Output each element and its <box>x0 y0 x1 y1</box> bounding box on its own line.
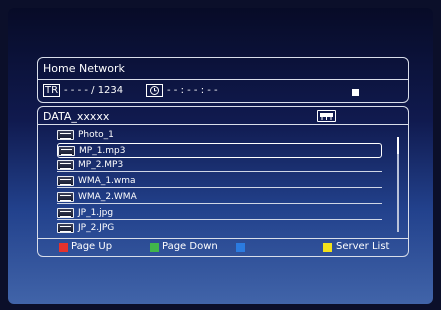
folder-name: DATA_xxxxx <box>43 110 110 123</box>
list-footer-divider <box>38 238 408 239</box>
image-file-icon <box>57 208 74 218</box>
list-item[interactable]: JP_1.jpg <box>57 206 382 220</box>
list-item-label: WMA_2.WMA <box>78 192 137 202</box>
header-divider <box>38 79 408 80</box>
red-key-icon <box>59 243 68 252</box>
time-display: - - : - - : - - <box>167 85 218 96</box>
list-item-selected[interactable]: MP_1.mp3 <box>57 143 382 158</box>
row-underline <box>57 219 382 220</box>
list-item-label: JP_1.jpg <box>78 208 114 218</box>
blue-key-icon <box>236 243 245 252</box>
track-counter: - - - - / 1234 <box>64 85 124 96</box>
audio-file-icon <box>57 192 74 202</box>
list-item[interactable]: Photo_1 <box>57 128 382 142</box>
list-item-label: JP_2.JPG <box>78 223 115 233</box>
list-item[interactable]: JP_2.JPG <box>57 221 382 235</box>
audio-file-icon <box>58 146 75 156</box>
clock-icon <box>146 84 163 97</box>
network-drive-icon <box>317 110 336 122</box>
page-down-label[interactable]: Page Down <box>162 241 218 253</box>
server-list-label[interactable]: Server List <box>336 241 389 253</box>
page-title: Home Network <box>43 62 125 75</box>
list-item-label: MP_2.MP3 <box>78 160 124 170</box>
audio-file-icon <box>57 160 74 170</box>
yellow-key-icon <box>323 243 332 252</box>
list-header-divider <box>38 124 408 125</box>
list-item-label: WMA_1.wma <box>78 176 136 186</box>
scrollbar-track[interactable] <box>397 154 399 232</box>
row-underline <box>57 203 382 204</box>
list-item[interactable]: MP_2.MP3 <box>57 158 382 172</box>
track-badge: TR <box>43 84 60 97</box>
list-item-label: MP_1.mp3 <box>79 146 126 156</box>
list-item[interactable]: WMA_1.wma <box>57 174 382 188</box>
page-up-label[interactable]: Page Up <box>71 241 112 253</box>
list-item[interactable]: WMA_2.WMA <box>57 190 382 204</box>
row-underline <box>57 171 382 172</box>
image-file-icon <box>57 223 74 233</box>
scrollbar-thumb[interactable] <box>397 137 399 154</box>
stop-status-icon <box>352 89 359 96</box>
audio-file-icon <box>57 176 74 186</box>
list-item-label: Photo_1 <box>78 130 114 140</box>
folder-icon <box>57 130 74 140</box>
row-underline <box>57 187 382 188</box>
green-key-icon <box>150 243 159 252</box>
